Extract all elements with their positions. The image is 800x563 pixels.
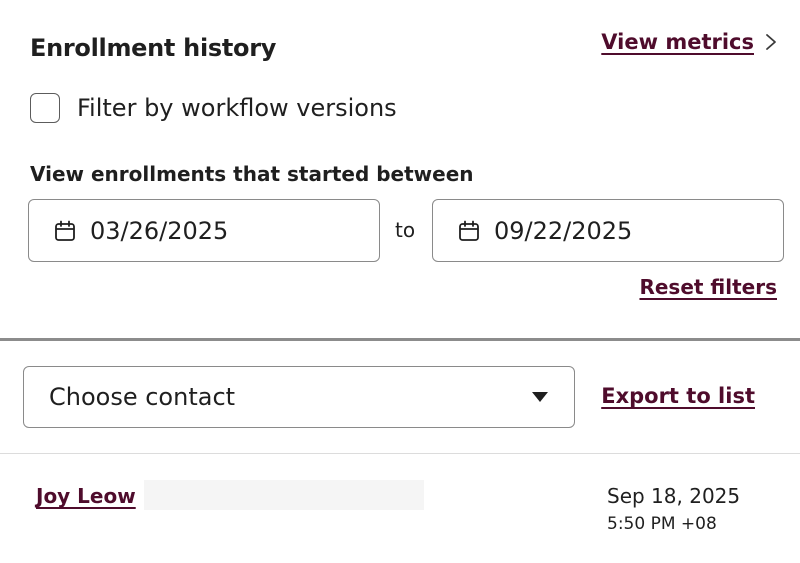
choose-contact-value: Choose contact <box>49 383 236 411</box>
enrollment-history-panel: Enrollment history View metrics Filter b… <box>0 0 800 563</box>
chevron-right-icon <box>766 34 776 50</box>
section-divider <box>0 338 800 341</box>
enrollment-time: 5:50 PM +08 <box>607 514 717 534</box>
date-range-separator: to <box>395 218 416 242</box>
end-date-value: 09/22/2025 <box>494 216 633 245</box>
end-date-field[interactable]: 09/22/2025 <box>432 199 784 262</box>
choose-contact-select[interactable]: Choose contact <box>23 366 575 428</box>
calendar-icon <box>55 220 75 241</box>
reset-filters-link[interactable]: Reset filters <box>639 275 777 299</box>
enrollment-date: Sep 18, 2025 <box>607 484 741 508</box>
export-to-list-link[interactable]: Export to list <box>601 384 755 408</box>
contact-name-link[interactable]: Joy Leow <box>36 484 136 508</box>
filter-workflow-versions-checkbox[interactable] <box>30 93 60 123</box>
page-title: Enrollment history <box>30 34 277 62</box>
calendar-icon <box>459 220 479 241</box>
date-range-label: View enrollments that started between <box>30 162 474 186</box>
redacted-email <box>144 480 424 510</box>
view-metrics-link[interactable]: View metrics <box>601 30 778 54</box>
enrollment-row: Joy Leow Sep 18, 2025 5:50 PM +08 <box>0 454 800 563</box>
start-date-value: 03/26/2025 <box>90 216 229 245</box>
filter-workflow-versions-label: Filter by workflow versions <box>77 94 397 122</box>
view-metrics-label[interactable]: View metrics <box>601 30 754 54</box>
filter-workflow-versions[interactable]: Filter by workflow versions <box>30 93 397 123</box>
start-date-field[interactable]: 03/26/2025 <box>28 199 380 262</box>
caret-down-icon <box>532 392 548 402</box>
